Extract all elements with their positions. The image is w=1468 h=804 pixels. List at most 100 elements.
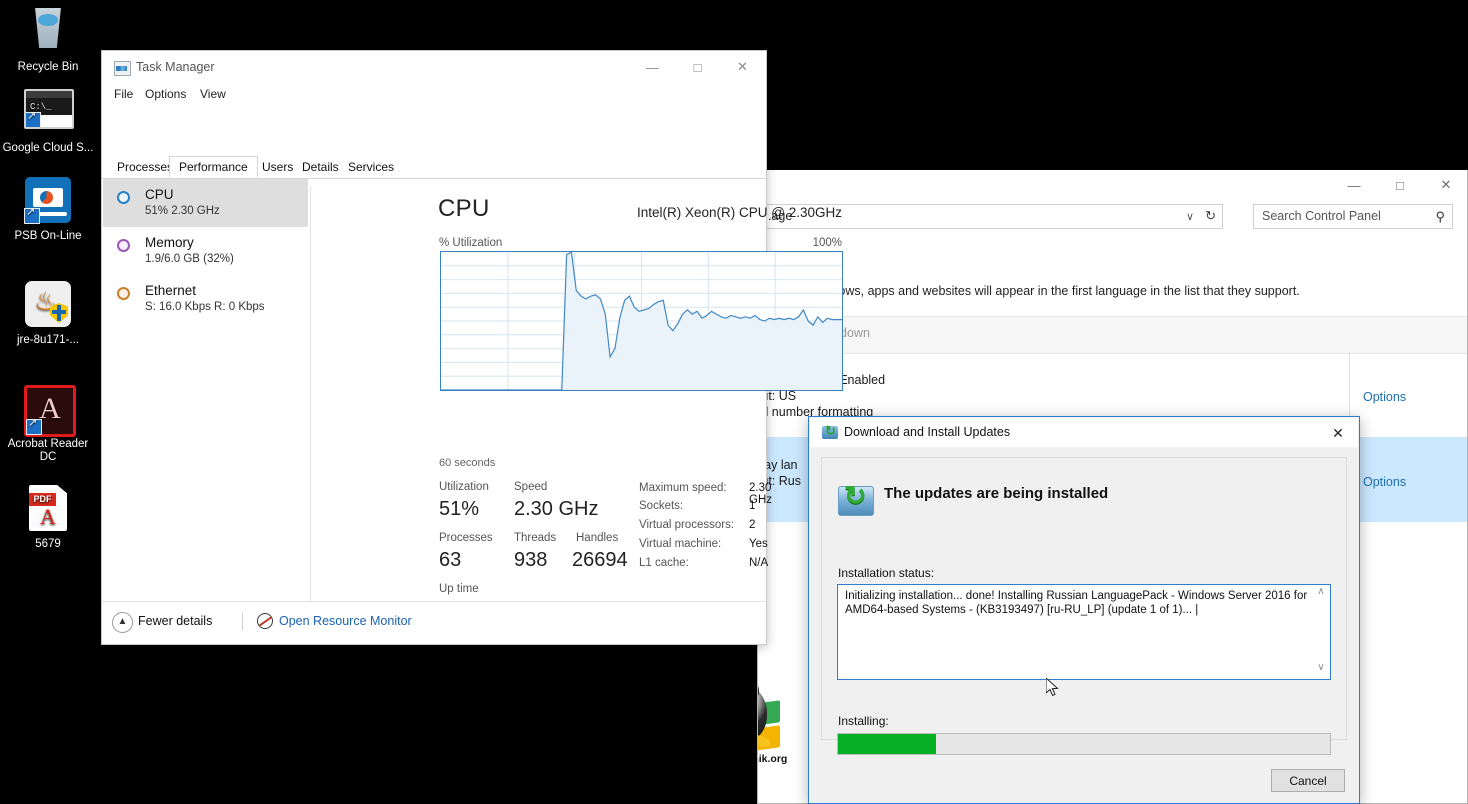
scroll-up-icon[interactable]: ∧ xyxy=(1313,586,1329,602)
dialog-title: Download and Install Updates xyxy=(844,425,1011,439)
stat-value-speed: 2.30 GHz xyxy=(514,498,599,520)
graph-x-end-label: 0 xyxy=(334,457,842,469)
graph-y-axis-max: 100% xyxy=(812,237,842,249)
task-manager-icon xyxy=(114,61,131,76)
stat-label-utilization: Utilization xyxy=(439,481,489,493)
control-panel-titlebar[interactable]: — □ ✕ xyxy=(758,170,1467,200)
sidebar-item-ethernet[interactable]: Ethernet S: 16.0 Kbps R: 0 Kbps xyxy=(103,275,308,323)
shortcut-arrow-icon xyxy=(26,110,41,127)
desktop-icon-label: Acrobat Reader DC xyxy=(7,438,89,463)
window-title: Task Manager xyxy=(136,60,215,74)
close-icon[interactable]: ✕ xyxy=(1324,422,1352,444)
menu-item-view[interactable]: View xyxy=(200,87,226,101)
chevron-up-icon[interactable]: ▲ xyxy=(112,612,133,633)
install-progress-fill xyxy=(838,734,937,754)
close-button[interactable]: ✕ xyxy=(720,51,765,83)
refresh-icon[interactable]: ↻ xyxy=(1205,208,1216,224)
info-value-virtual-machine: Yes xyxy=(749,538,768,550)
shortcut-arrow-icon xyxy=(26,417,42,435)
desktop-icon-label: 5679 xyxy=(35,538,61,550)
panel-divider xyxy=(310,186,311,631)
info-key-virtual-machine: Virtual machine: xyxy=(639,538,722,550)
textarea-scrollbar[interactable]: ∧ ∨ xyxy=(1313,586,1329,678)
info-value-sockets: 1 xyxy=(749,500,756,512)
cpu-model-label: Intel(R) Xeon(R) CPU @ 2.30GHz xyxy=(636,205,842,220)
cpu-circle-icon xyxy=(117,191,130,204)
info-value-l1-cache: N/A xyxy=(749,557,769,569)
desktop-icon-psb-online[interactable]: PSB On-Line xyxy=(0,176,96,243)
stat-label-threads: Threads xyxy=(514,532,557,544)
open-resource-monitor-link[interactable]: Open Resource Monitor xyxy=(279,614,412,628)
desktop-icon-recycle-bin[interactable]: Recycle Bin xyxy=(0,4,96,74)
windows-update-large-icon xyxy=(838,481,874,516)
desktop-icon-jre-installer[interactable]: ♨ jre-8u171-... xyxy=(0,280,96,347)
desktop-icon-label: jre-8u171-... xyxy=(16,334,79,346)
desktop-icon-pdf-5679[interactable]: PDF A 5679 xyxy=(0,484,96,551)
info-key-l1-cache: L1 cache: xyxy=(639,557,689,569)
java-installer-icon: ♨ xyxy=(24,281,72,329)
tab-services[interactable]: Services xyxy=(338,156,404,178)
desktop-icon-acrobat-reader[interactable]: A Acrobat Reader DC xyxy=(0,384,96,464)
info-key-virtual-processors: Virtual processors: xyxy=(639,519,735,531)
task-manager-titlebar[interactable]: Task Manager — □ ✕ xyxy=(102,51,766,85)
sidebar-item-sub: 51% 2.30 GHz xyxy=(145,205,220,217)
search-placeholder: Search Control Panel xyxy=(1262,209,1381,223)
footer-divider xyxy=(242,613,243,630)
installation-status-textarea[interactable]: Initializing installation... done! Insta… xyxy=(837,584,1331,680)
pdf-file-icon: PDF A xyxy=(24,485,72,533)
maximize-button[interactable]: □ xyxy=(1377,170,1423,200)
cancel-button[interactable]: Cancel xyxy=(1271,769,1345,792)
task-manager-footer: ▲ Fewer details Open Resource Monitor xyxy=(102,601,766,644)
tab-bar: Processes Performance Users Details Serv… xyxy=(102,156,766,179)
dialog-body-panel: The updates are being installed Installa… xyxy=(821,457,1347,755)
task-manager-window: Task Manager — □ ✕ File Options View Pro… xyxy=(101,50,843,645)
installing-label: Installing: xyxy=(838,714,889,728)
info-key-sockets: Sockets: xyxy=(639,500,684,512)
sidebar-item-sub: 1.9/6.0 GB (32%) xyxy=(145,253,234,265)
command-prompt-shortcut-icon: C:\_ xyxy=(24,89,74,137)
download-install-updates-dialog: Download and Install Updates ✕ The updat… xyxy=(808,416,1360,804)
menu-item-file[interactable]: File xyxy=(114,87,133,101)
minimize-button[interactable]: — xyxy=(630,51,675,83)
stat-value-utilization: 51% xyxy=(439,498,480,520)
desktop-icon-label: Recycle Bin xyxy=(17,61,79,73)
maximize-button[interactable]: □ xyxy=(675,51,720,83)
install-progress-bar xyxy=(837,733,1331,755)
memory-circle-icon xyxy=(117,239,130,252)
sidebar-item-label: Ethernet xyxy=(145,283,197,298)
stat-label-processes: Processes xyxy=(439,532,493,544)
options-link[interactable]: Options xyxy=(1363,390,1406,404)
sidebar-item-cpu[interactable]: CPU 51% 2.30 GHz xyxy=(103,179,308,227)
close-button[interactable]: ✕ xyxy=(1423,170,1467,200)
mouse-cursor xyxy=(1046,678,1059,697)
cpu-utilization-graph[interactable] xyxy=(440,251,843,391)
acrobat-reader-shortcut-icon: A xyxy=(24,385,76,437)
control-panel-toolbar: Move down xyxy=(758,316,1467,354)
fewer-details-button[interactable]: Fewer details xyxy=(138,614,212,628)
recycle-bin-icon xyxy=(24,8,72,56)
desktop-icon-label: PSB On-Line xyxy=(14,230,82,242)
stat-label-uptime: Up time xyxy=(439,583,479,595)
sidebar-item-memory[interactable]: Memory 1.9/6.0 GB (32%) xyxy=(103,227,308,275)
dialog-titlebar[interactable]: Download and Install Updates ✕ xyxy=(810,418,1358,447)
scroll-down-icon[interactable]: ∨ xyxy=(1313,662,1329,678)
control-panel-address-bar: ...age ∨ ↻ Search Control Panel ⚲ xyxy=(758,204,1467,234)
stat-value-handles: 26694 xyxy=(572,549,628,571)
options-link[interactable]: Options xyxy=(1363,475,1406,489)
psb-online-shortcut-icon xyxy=(24,177,72,225)
windows-update-icon xyxy=(822,423,838,439)
chevron-down-icon[interactable]: ∨ xyxy=(1186,210,1194,223)
cpu-graph-svg xyxy=(441,251,842,391)
search-input[interactable]: Search Control Panel ⚲ xyxy=(1253,204,1453,229)
stat-label-speed: Speed xyxy=(514,481,548,493)
tab-performance[interactable]: Performance xyxy=(169,156,258,178)
info-key-maximum-speed: Maximum speed: xyxy=(639,482,727,494)
search-icon: ⚲ xyxy=(1435,209,1445,224)
menu-item-options[interactable]: Options xyxy=(145,87,186,101)
info-value-virtual-processors: 2 xyxy=(749,519,756,531)
watermark-text: pyatilistnik.org xyxy=(758,753,788,765)
desktop-icon-google-cloud-sdk[interactable]: C:\_ Google Cloud S... xyxy=(0,83,96,155)
linux-penguin-icon xyxy=(758,676,773,749)
performance-resource-list: CPU 51% 2.30 GHz Memory 1.9/6.0 GB (32%)… xyxy=(103,179,308,634)
minimize-button[interactable]: — xyxy=(1331,170,1377,200)
